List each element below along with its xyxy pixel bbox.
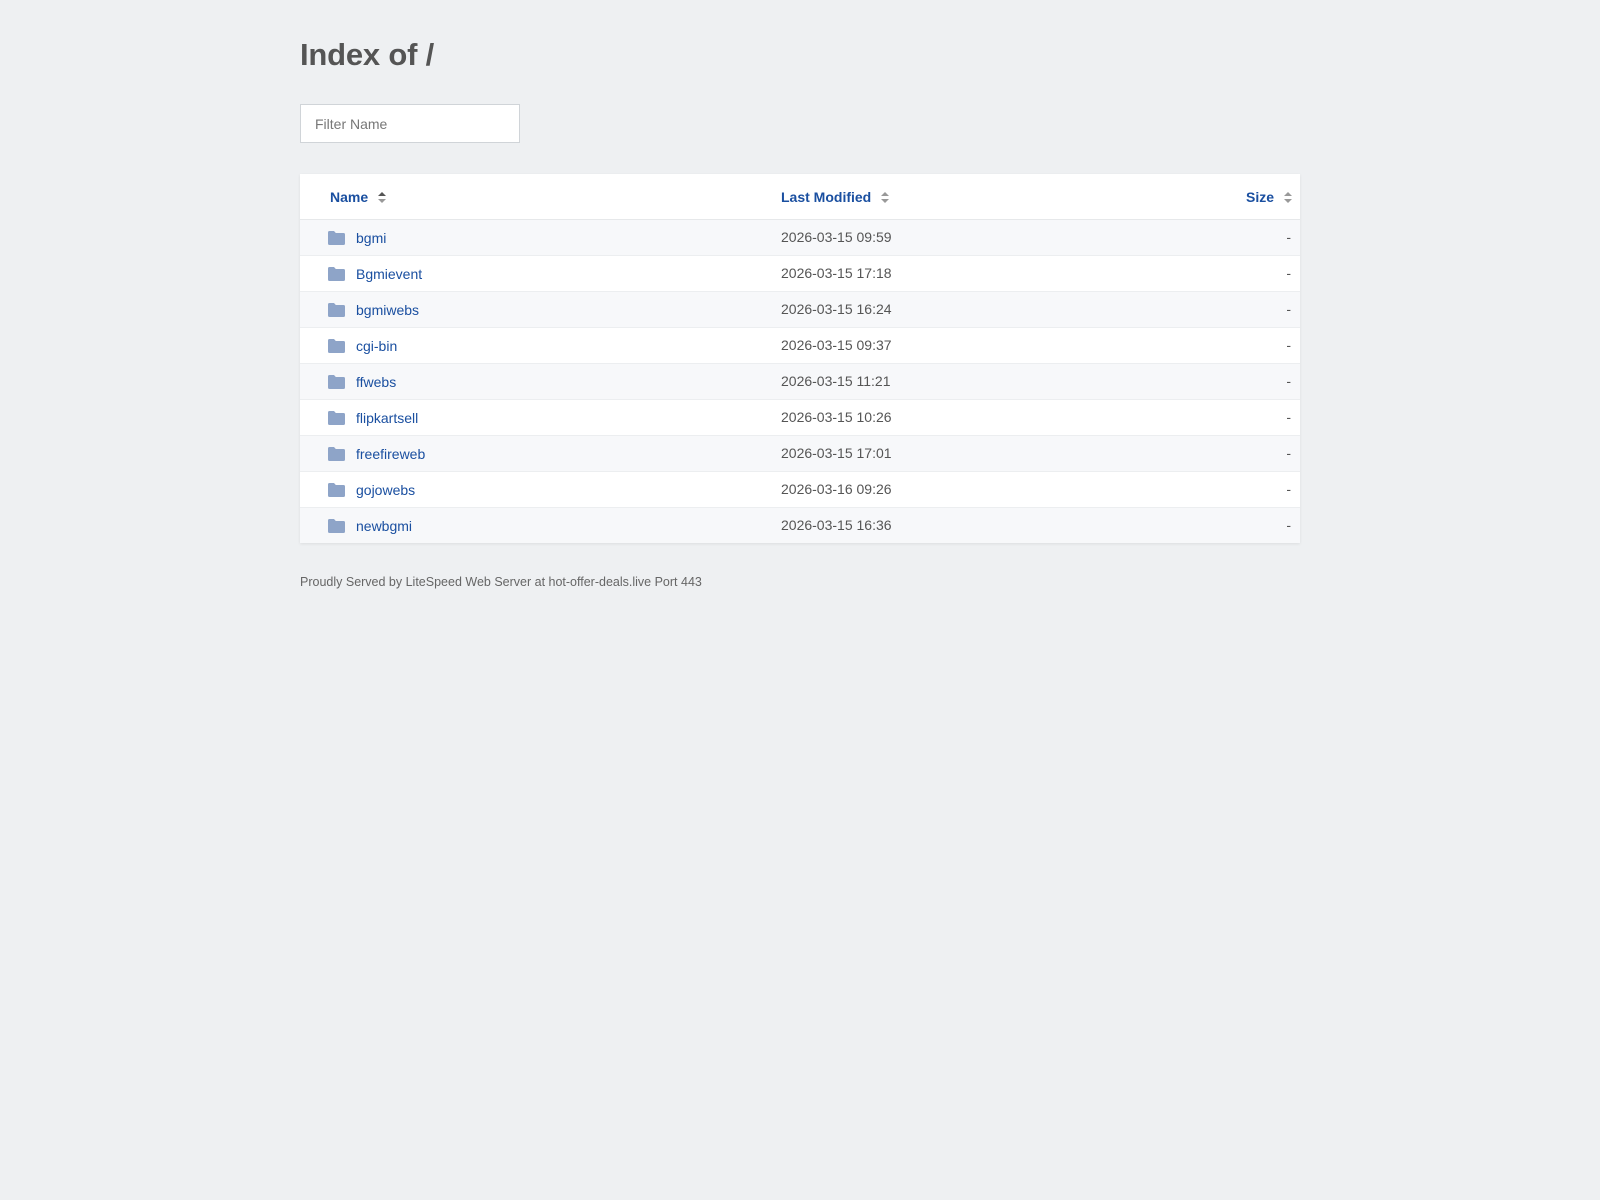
folder-link[interactable]: freefireweb (356, 446, 425, 462)
server-footer: Proudly Served by LiteSpeed Web Server a… (300, 575, 702, 589)
folder-icon (328, 518, 345, 533)
folder-icon (328, 338, 345, 353)
sort-icon (378, 192, 387, 203)
cell-name: freefireweb (328, 436, 425, 471)
table-row: flipkartsell 2026-03-15 10:26 - (300, 400, 1300, 436)
page-container: Index of / Name Last Modified Size (300, 0, 1300, 589)
cell-name: Bgmievent (328, 256, 422, 291)
cell-last-modified: 2026-03-15 17:18 (781, 265, 892, 281)
folder-link[interactable]: bgmiwebs (356, 302, 419, 318)
cell-size: - (1286, 265, 1291, 281)
table-row: bgmiwebs 2026-03-15 16:24 - (300, 292, 1300, 328)
folder-icon (328, 266, 345, 281)
folder-link[interactable]: bgmi (356, 230, 386, 246)
cell-last-modified: 2026-03-15 11:21 (781, 373, 891, 389)
folder-icon (328, 410, 345, 425)
table-row: Bgmievent 2026-03-15 17:18 - (300, 256, 1300, 292)
cell-last-modified: 2026-03-15 16:24 (781, 301, 892, 317)
column-header-last-modified-label: Last Modified (781, 188, 872, 205)
table-row: ffwebs 2026-03-15 11:21 - (300, 364, 1300, 400)
column-header-size-label: Size (1245, 188, 1274, 205)
cell-last-modified: 2026-03-15 09:59 (781, 229, 892, 245)
folder-icon (328, 482, 345, 497)
folder-link[interactable]: ffwebs (356, 374, 396, 390)
cell-last-modified: 2026-03-16 09:26 (781, 481, 892, 497)
table-row: gojowebs 2026-03-16 09:26 - (300, 472, 1300, 508)
cell-size: - (1286, 517, 1291, 533)
folder-link[interactable]: Bgmievent (356, 266, 422, 282)
column-header-name-label: Name (330, 188, 369, 205)
folder-icon (328, 230, 345, 245)
folder-link[interactable]: cgi-bin (356, 338, 397, 354)
folder-icon (328, 446, 345, 461)
cell-last-modified: 2026-03-15 10:26 (781, 409, 892, 425)
sort-icon (1284, 192, 1292, 203)
column-header-name[interactable]: Name (330, 174, 387, 219)
page-title: Index of / (300, 37, 435, 72)
file-listing-table: Name Last Modified Size bgmi 2026-03-15 … (300, 174, 1300, 543)
column-header-last-modified[interactable]: Last Modified (781, 174, 890, 219)
cell-size: - (1286, 301, 1291, 317)
table-header: Name Last Modified Size (300, 174, 1300, 220)
folder-link[interactable]: newbgmi (356, 518, 412, 534)
cell-name: newbgmi (328, 508, 412, 543)
table-row: freefireweb 2026-03-15 17:01 - (300, 436, 1300, 472)
cell-last-modified: 2026-03-15 09:37 (781, 337, 892, 353)
table-body: bgmi 2026-03-15 09:59 - Bgmievent 2026-03-15… (300, 220, 1300, 543)
folder-link[interactable]: flipkartsell (356, 410, 418, 426)
cell-size: - (1286, 229, 1291, 245)
cell-name: ffwebs (328, 364, 396, 399)
sort-icon (881, 192, 890, 203)
cell-name: bgmi (328, 220, 386, 255)
folder-icon (328, 302, 345, 317)
cell-name: gojowebs (328, 472, 415, 507)
filter-name-input[interactable] (300, 104, 520, 143)
cell-size: - (1286, 337, 1291, 353)
table-row: newbgmi 2026-03-15 16:36 - (300, 508, 1300, 543)
cell-name: flipkartsell (328, 400, 418, 435)
cell-last-modified: 2026-03-15 17:01 (781, 445, 892, 461)
folder-icon (328, 374, 345, 389)
cell-name: cgi-bin (328, 328, 397, 363)
cell-size: - (1286, 445, 1291, 461)
cell-size: - (1286, 481, 1291, 497)
cell-name: bgmiwebs (328, 292, 419, 327)
cell-size: - (1286, 373, 1291, 389)
table-row: cgi-bin 2026-03-15 09:37 - (300, 328, 1300, 364)
table-row: bgmi 2026-03-15 09:59 - (300, 220, 1300, 256)
cell-last-modified: 2026-03-15 16:36 (781, 517, 892, 533)
cell-size: - (1286, 409, 1291, 425)
folder-link[interactable]: gojowebs (356, 482, 415, 498)
column-header-size[interactable]: Size (1246, 174, 1292, 219)
